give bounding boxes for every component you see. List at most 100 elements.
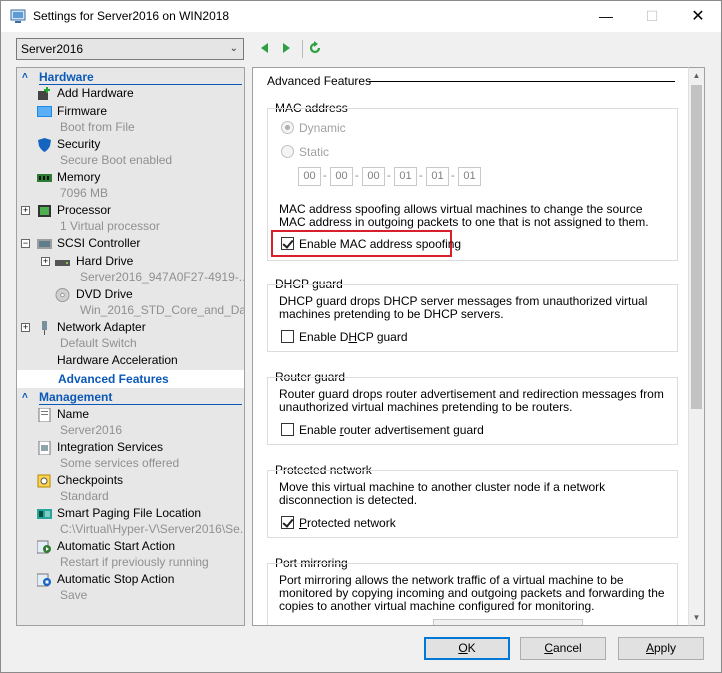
dynamic-radio[interactable]	[281, 121, 294, 134]
scroll-up-arrow-icon[interactable]: ▲	[689, 68, 704, 83]
access-key: A	[645, 641, 654, 655]
close-button[interactable]: ✕	[675, 1, 721, 32]
dhcp-guard-label[interactable]: Enable DHCP guard	[299, 330, 408, 344]
title-bar: Settings for Server2016 on WIN2018 — ☐ ✕	[1, 1, 721, 32]
automatic-start-icon	[37, 540, 51, 554]
automatic-stop-icon	[37, 573, 51, 587]
scroll-down-arrow-icon[interactable]: ▼	[689, 610, 704, 625]
mac-octet-6[interactable]: 01	[458, 167, 481, 186]
cancel-button[interactable]: Cancel	[520, 637, 606, 660]
dynamic-label: Dynamic	[299, 121, 346, 135]
refresh-icon[interactable]	[308, 41, 322, 55]
forward-arrow-icon[interactable]	[279, 41, 293, 55]
apply-button[interactable]: Apply	[618, 637, 704, 660]
protected-network-label[interactable]: Protected network	[299, 516, 396, 530]
minimize-button[interactable]: —	[583, 1, 629, 32]
scsi-controller-icon	[37, 239, 52, 249]
tree-item-scsi-controller[interactable]: − SCSI Controller	[17, 236, 244, 253]
tree-item-smart-paging-file-location[interactable]: Smart Paging File Location C:\Virtual\Hy…	[17, 506, 244, 538]
mirroring-mode-dropdown[interactable]	[433, 619, 583, 625]
tree-item-processor[interactable]: + Processor 1 Virtual processor	[17, 203, 244, 235]
collapse-chevron-icon: ˄	[22, 391, 28, 402]
ok-button[interactable]: OK	[424, 637, 510, 660]
access-key: H	[348, 330, 358, 344]
firmware-icon	[37, 106, 52, 117]
tree-item-add-hardware[interactable]: Add Hardware	[17, 86, 244, 103]
label-part: Enable D	[299, 330, 349, 344]
static-radio[interactable]	[281, 145, 294, 158]
button-label: pply	[654, 641, 677, 655]
router-guard-description: Router guard drops router advertisement …	[279, 387, 664, 414]
access-key: O	[458, 641, 468, 655]
tree-item-memory[interactable]: Memory 7096 MB	[17, 170, 244, 202]
access-key: C	[544, 641, 553, 655]
collapse-minus-icon[interactable]: −	[21, 239, 30, 248]
tree-item-firmware[interactable]: Firmware Boot from File	[17, 104, 244, 136]
collapse-chevron-icon: ˄	[22, 71, 28, 82]
name-document-icon	[38, 408, 51, 422]
expand-plus-icon[interactable]: +	[21, 206, 30, 215]
access-key: P	[299, 516, 308, 530]
settings-window: Settings for Server2016 on WIN2018 — ☐ ✕…	[0, 0, 722, 673]
tree-item-hardware-acceleration[interactable]: Hardware Acceleration	[17, 353, 244, 370]
dhcp-guard-checkbox[interactable]	[281, 330, 294, 343]
tree-item-name[interactable]: Name Server2016	[17, 407, 244, 439]
header-underline	[39, 404, 242, 405]
add-hardware-icon	[38, 87, 50, 100]
tree-item-dvd-drive[interactable]: DVD Drive Win_2016_STD_Core_and_Da...	[17, 287, 244, 319]
settings-app-icon	[10, 9, 26, 23]
label-part: outer advertisement guard	[343, 423, 484, 437]
tree-item-security[interactable]: Security Secure Boot enabled	[17, 137, 244, 169]
mac-spoofing-description: MAC address spoofing allows virtual mach…	[279, 202, 649, 229]
maximize-button[interactable]: ☐	[629, 1, 675, 32]
toolbar-separator	[302, 40, 303, 58]
mac-octet-2[interactable]: 00	[330, 167, 353, 186]
tree-item-advanced-features[interactable]: Advanced Features	[17, 370, 244, 388]
mac-octet-1[interactable]: 00	[298, 167, 321, 186]
static-label: Static	[299, 145, 330, 159]
back-arrow-icon[interactable]	[258, 41, 272, 55]
protected-network-checkbox[interactable]	[281, 516, 294, 529]
settings-tree: ˄ Hardware Add Hardware Firmware Boot fr…	[16, 67, 245, 626]
tree-item-checkpoints[interactable]: Checkpoints Standard	[17, 473, 244, 505]
tree-item-integration-services[interactable]: Integration Services Some services offer…	[17, 440, 244, 472]
port-mirroring-description: Port mirroring allows the network traffi…	[279, 573, 665, 613]
tree-item-hard-drive[interactable]: + Hard Drive Server2016_947A0F27-4919-..…	[17, 254, 244, 286]
hardware-section-header[interactable]: ˄ Hardware	[17, 69, 244, 85]
mac-separator: -	[451, 170, 455, 182]
router-guard-label[interactable]: Enable router advertisement guard	[299, 423, 484, 437]
mac-octet-4[interactable]: 01	[394, 167, 417, 186]
protected-network-description: Move this virtual machine to another clu…	[279, 480, 606, 507]
expand-plus-icon[interactable]: +	[21, 323, 30, 332]
management-section-header[interactable]: ˄ Management	[17, 389, 244, 405]
mac-separator: -	[355, 170, 359, 182]
memory-chip-icon	[37, 174, 52, 182]
advanced-features-pane: Advanced Features MAC address Dynamic St…	[252, 67, 705, 626]
scroll-thumb[interactable]	[691, 85, 702, 409]
label-part: Enable	[299, 423, 340, 437]
pane-title-rule	[369, 81, 675, 82]
pane-title: Advanced Features	[267, 74, 372, 88]
pane-scrollbar[interactable]: ▲ ▼	[688, 67, 705, 626]
shield-icon	[38, 138, 51, 152]
mac-spoofing-checkbox[interactable]	[281, 237, 294, 250]
header-underline	[39, 84, 242, 85]
window-title: Settings for Server2016 on WIN2018	[33, 9, 230, 23]
mac-octet-3[interactable]: 00	[362, 167, 385, 186]
paging-file-icon	[37, 509, 52, 519]
tree-item-automatic-start-action[interactable]: Automatic Start Action Restart if previo…	[17, 539, 244, 571]
tree-item-automatic-stop-action[interactable]: Automatic Stop Action Save	[17, 572, 244, 604]
mac-separator: -	[387, 170, 391, 182]
checkpoint-icon	[37, 474, 51, 488]
mac-spoofing-label[interactable]: Enable MAC address spoofing	[299, 237, 461, 251]
expand-plus-icon[interactable]: +	[41, 257, 50, 266]
network-adapter-icon	[42, 321, 47, 335]
mac-octet-5[interactable]: 01	[426, 167, 449, 186]
chevron-down-icon: ⌄	[229, 43, 238, 54]
vm-select-dropdown[interactable]: Server2016 ⌄	[16, 38, 244, 60]
tree-item-network-adapter[interactable]: + Network Adapter Default Switch	[17, 320, 244, 352]
mac-separator: -	[323, 170, 327, 182]
button-label: K	[467, 641, 476, 655]
router-guard-checkbox[interactable]	[281, 423, 294, 436]
processor-icon	[38, 205, 51, 217]
